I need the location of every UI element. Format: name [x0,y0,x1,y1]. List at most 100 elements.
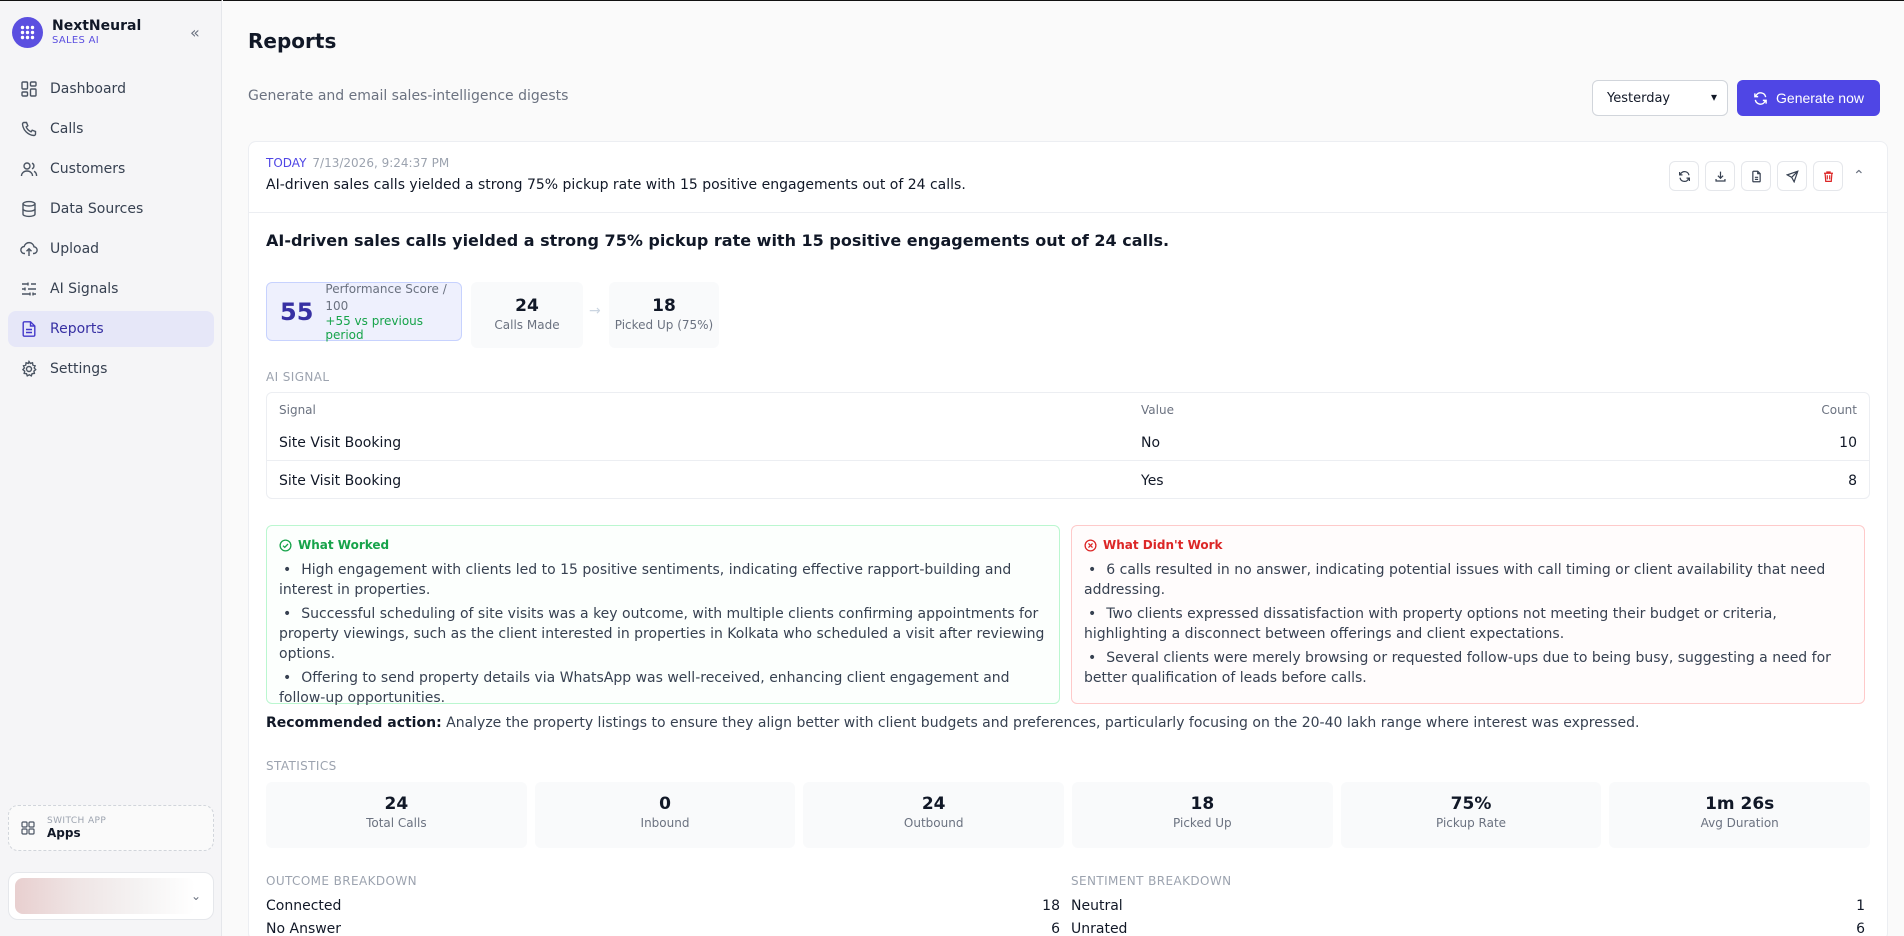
chevron-down-icon: ⌄ [190,889,201,903]
main-content: Reports Generate and email sales-intelli… [223,0,1904,936]
users-icon [20,162,38,177]
ai-signal-section-label: AI SIGNAL [266,370,330,384]
period-select[interactable]: Yesterday ▾ [1592,80,1728,116]
sidebar-item-label: AI Signals [50,281,119,297]
user-menu[interactable]: ⌄ [8,872,214,920]
value-cell: Yes [1141,473,1164,489]
list-item: • 6 calls resulted in no answer, indicati… [1084,562,1826,598]
sidebar-item-reports[interactable]: Reports [8,311,214,347]
x-circle-icon [1084,538,1097,552]
brand-name: NextNeural [52,18,142,35]
page-title: Reports [248,29,337,53]
dashboard-icon [21,81,37,97]
recommended-action-text: Analyze the property listings to ensure … [446,715,1640,731]
column-header-value: Value [1141,403,1174,417]
list-item: Connected 18 [266,898,1060,914]
performance-score-label: Performance Score / 100 [325,282,447,313]
sliders-icon [22,282,36,296]
export-pdf-button[interactable] [1741,161,1771,191]
sidebar-item-label: Calls [50,121,84,137]
table-header: Signal Value Count [267,393,1869,425]
value-cell: No [1141,435,1161,451]
sidebar: NextNeural SALES AI « Dashboard Calls Cu… [0,0,222,936]
what-worked-title: What Worked [298,538,390,552]
ai-signal-table: Signal Value Count Site Visit Booking No… [266,392,1870,499]
table-row: Site Visit Booking Yes 8 [267,463,1869,499]
sidebar-item-data-sources[interactable]: Data Sources [8,191,214,227]
report-headline: AI-driven sales calls yielded a strong 7… [266,231,1170,250]
sentiment-breakdown: Neutral 1 Unrated 6 [1071,898,1865,936]
sidebar-item-calls[interactable]: Calls [8,111,214,147]
recommended-action: Recommended action: Analyze the property… [266,715,1639,731]
column-header-signal: Signal [279,403,316,417]
brand[interactable]: NextNeural SALES AI [12,17,141,48]
gear-icon [21,360,37,377]
send-icon [1785,169,1799,183]
generate-now-label: Generate now [1776,90,1864,106]
signal-cell: Site Visit Booking [279,473,402,489]
picked-up-value: 18 [652,296,676,316]
delete-button[interactable] [1813,161,1843,191]
what-worked-panel: What Worked • High engagement with client… [266,525,1060,706]
switch-app-value: Apps [47,826,81,840]
report-summary: AI-driven sales calls yielded a strong 7… [266,177,966,193]
report-actions: ⌃ [1669,161,1865,191]
switch-app-label: SWITCH APP [47,816,107,826]
list-item: Neutral 1 [1071,898,1865,914]
refresh-icon [1754,91,1767,105]
statistics-section-label: STATISTICS [266,759,337,773]
report-timestamp: 7/13/2026, 9:24:37 PM [312,156,450,170]
picked-up-card: 18 Picked Up (75%) [609,282,719,348]
signal-cell: Site Visit Booking [279,435,402,451]
send-email-button[interactable] [1777,161,1807,191]
outcome-breakdown-label: OUTCOME BREAKDOWN [266,874,417,888]
performance-score-card: 55 Performance Score / 100 +55 vs previo… [266,282,462,342]
count-cell: 10 [1839,435,1857,451]
download-button[interactable] [1705,161,1735,191]
list-item: • Offering to send property details via W… [279,670,1010,706]
brand-subtitle: SALES AI [52,34,99,46]
regenerate-button[interactable] [1669,161,1699,191]
stat-picked-up: 18 Picked Up [1072,782,1333,848]
chevron-up-icon[interactable]: ⌃ [1853,168,1865,184]
sidebar-item-customers[interactable]: Customers [8,151,214,187]
cloud-upload-icon [20,241,38,256]
sentiment-breakdown-label: SENTIMENT BREAKDOWN [1071,874,1232,888]
what-didnt-work-panel: What Didn't Work • 6 calls resulted in no… [1071,525,1865,704]
arrow-right-icon: → [589,303,601,319]
report-date-tag: TODAY [266,156,307,170]
picked-up-label: Picked Up (75%) [614,318,714,332]
switch-app-button[interactable]: SWITCH APP Apps [8,805,214,851]
sidebar-item-dashboard[interactable]: Dashboard [8,71,214,107]
database-icon [22,200,36,218]
stat-total-calls: 24 Total Calls [266,782,527,848]
period-select-value: Yesterday [1607,90,1671,106]
page-subtitle: Generate and email sales-intelligence di… [248,88,569,104]
sidebar-item-label: Settings [50,361,108,377]
generate-now-button[interactable]: Generate now [1737,80,1880,116]
sidebar-item-label: Dashboard [50,81,126,97]
calls-made-label: Calls Made [494,318,560,332]
list-item: • High engagement with clients led to 15 … [279,562,1012,598]
count-cell: 8 [1848,473,1857,489]
stat-inbound: 0 Inbound [534,782,796,848]
sidebar-item-label: Upload [50,241,100,257]
stat-avg-duration: 1m 26s Avg Duration [1609,782,1871,848]
sidebar-item-ai-signals[interactable]: AI Signals [8,271,214,307]
apps-grid-icon [21,821,35,835]
check-circle-icon [279,538,292,552]
table-row: Site Visit Booking No 10 [267,425,1869,461]
file-icon [1751,170,1761,182]
sidebar-item-upload[interactable]: Upload [8,231,214,267]
calls-made-value: 24 [515,296,539,316]
report-header[interactable]: TODAY 7/13/2026, 9:24:37 PM AI-driven sal… [249,142,1887,213]
sidebar-item-label: Data Sources [50,201,144,217]
sidebar-item-label: Reports [50,321,104,337]
phone-icon [21,121,37,137]
sidebar-item-settings[interactable]: Settings [8,351,214,387]
list-item: No Answer 6 [266,921,1060,936]
stat-pickup-rate: 75% Pickup Rate [1340,782,1602,848]
avatar [15,878,195,914]
list-item: Unrated 6 [1071,921,1865,936]
collapse-sidebar-icon[interactable]: « [190,23,200,42]
